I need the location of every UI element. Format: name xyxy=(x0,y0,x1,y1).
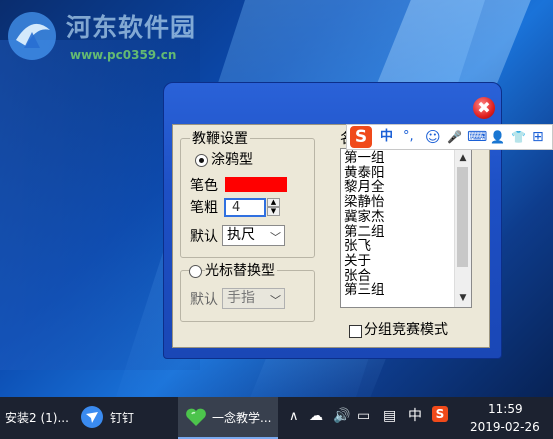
notification-icon[interactable]: ▤ xyxy=(383,409,396,423)
scroll-thumb[interactable] xyxy=(457,167,468,267)
chevron-down-icon: ﹀ xyxy=(270,231,281,244)
user-icon[interactable]: 👤 xyxy=(490,128,505,146)
list-item[interactable]: 冀家杰 xyxy=(344,210,452,225)
toolbox-icon[interactable]: ⊞ xyxy=(532,128,544,146)
ime-toolbar: S 中 °, ☺ 🎤 ⌨ 👤 👕 ⊞ xyxy=(346,124,553,150)
cursor-default-label: 默认 xyxy=(190,292,218,308)
taskbar-item-teaching[interactable]: 一念教学... xyxy=(212,411,271,425)
list-scrollbar[interactable]: ▲ ▼ xyxy=(454,149,471,307)
watermark-logo xyxy=(8,12,56,60)
watermark-title: 河东软件园 xyxy=(66,13,197,42)
network-icon[interactable]: ▭ xyxy=(357,409,370,423)
section-title: 教鞭设置 xyxy=(190,131,250,147)
input-language[interactable]: 中 xyxy=(408,409,422,423)
pen-width-label: 笔粗 xyxy=(190,200,218,216)
sogou-tray-icon[interactable]: S xyxy=(432,406,448,422)
scroll-down-icon[interactable]: ▼ xyxy=(455,291,471,305)
default-tool-label: 默认 xyxy=(190,229,218,245)
pen-width-input[interactable]: 4 xyxy=(224,198,266,217)
group-race-checkbox[interactable] xyxy=(349,325,362,338)
skin-icon[interactable]: 👕 xyxy=(511,128,526,146)
list-item[interactable]: 梁静怡 xyxy=(344,195,452,210)
graffiti-mode-label: 涂鸦型 xyxy=(211,152,253,168)
chinese-mode-icon[interactable]: 中 xyxy=(380,128,393,146)
list-item[interactable]: 黎月全 xyxy=(344,180,452,195)
default-tool-select[interactable]: 执尺 ﹀ xyxy=(222,225,285,246)
keyboard-icon[interactable]: ⌨ xyxy=(467,128,487,146)
microphone-icon[interactable]: 🎤 xyxy=(447,128,462,146)
cursor-mode-label: 光标替换型 xyxy=(205,263,277,279)
group-race-label: 分组竞赛模式 xyxy=(364,322,448,338)
graffiti-mode-radio[interactable] xyxy=(195,154,208,167)
dingtalk-icon[interactable] xyxy=(80,405,104,429)
pen-color-swatch[interactable] xyxy=(225,177,287,192)
cursor-mode-radio[interactable] xyxy=(189,265,202,278)
volume-icon[interactable]: 🔊 xyxy=(333,409,350,423)
list-item[interactable]: 第一组 xyxy=(344,151,452,166)
list-item[interactable]: 第二组 xyxy=(344,224,452,240)
sogou-logo-icon[interactable]: S xyxy=(350,126,372,148)
pen-color-label: 笔色 xyxy=(190,178,218,194)
emoji-icon[interactable]: ☺ xyxy=(425,128,441,146)
close-button[interactable]: ✖ xyxy=(473,97,495,119)
clock-date[interactable]: 2019-02-26 xyxy=(470,420,540,434)
heart-app-icon[interactable] xyxy=(184,405,208,429)
cursor-default-value: 手指 xyxy=(227,290,255,306)
tray-expand-icon[interactable]: ∧ xyxy=(289,410,299,424)
scroll-up-icon[interactable]: ▲ xyxy=(455,151,471,165)
cloud-icon[interactable]: ☁ xyxy=(309,409,323,423)
watermark-url: www.pc0359.cn xyxy=(70,48,177,62)
student-listbox[interactable]: 第一组 黄泰阳 黎月全 梁静怡 冀家杰 第二组 张飞 关于 张合 第三组 ▲ ▼ xyxy=(340,148,472,308)
punctuation-icon[interactable]: °, xyxy=(403,128,414,146)
pen-width-stepper[interactable]: ▲ ▼ xyxy=(267,198,280,217)
default-tool-value: 执尺 xyxy=(227,227,255,243)
list-item[interactable]: 关于 xyxy=(344,254,452,269)
cursor-default-select[interactable]: 手指 ﹀ xyxy=(222,288,285,309)
taskbar-item-dingtalk[interactable]: 钉钉 xyxy=(110,411,134,425)
taskbar-item-installer[interactable]: 安装2 (1)... xyxy=(5,411,69,425)
clock-time[interactable]: 11:59 xyxy=(488,402,523,416)
stepper-up-icon[interactable]: ▲ xyxy=(267,198,280,207)
stepper-down-icon[interactable]: ▼ xyxy=(267,207,280,216)
list-item[interactable]: 张飞 xyxy=(344,239,452,254)
chevron-down-icon: ﹀ xyxy=(270,294,281,307)
list-item[interactable]: 第三组 xyxy=(344,283,452,298)
